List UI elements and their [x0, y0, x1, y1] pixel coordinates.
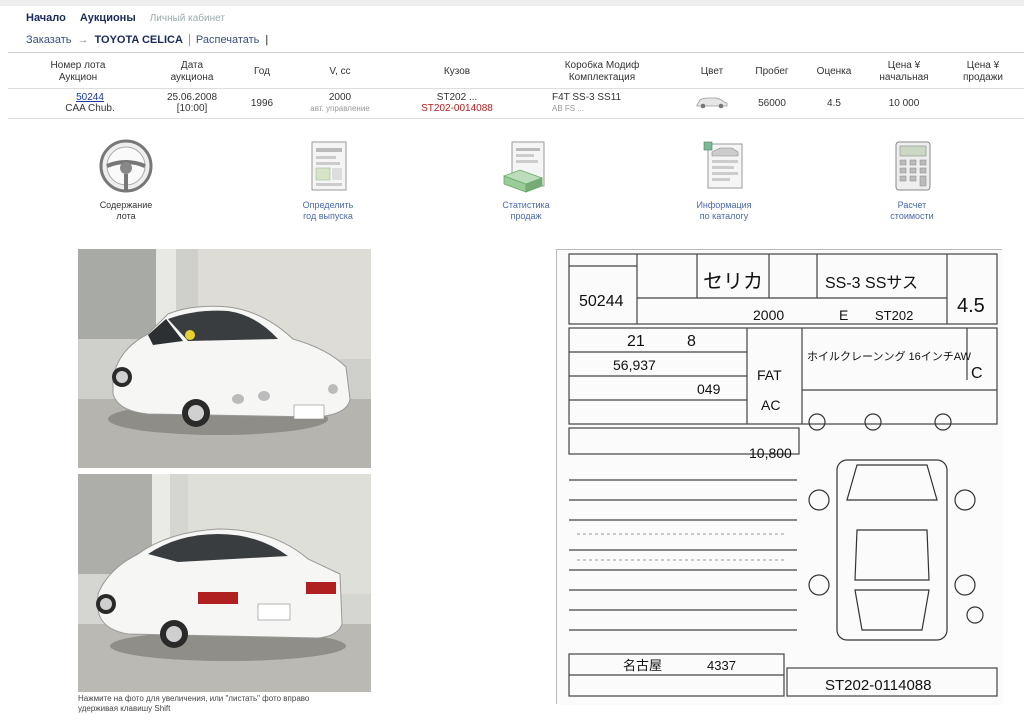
statistics-icon	[502, 141, 545, 193]
svg-text:2000: 2000	[753, 307, 784, 323]
svg-text:56,937: 56,937	[613, 357, 656, 373]
cell-color	[682, 88, 742, 119]
tool-cost-calc[interactable]: Расчет стоимости	[852, 136, 972, 222]
svg-text:ST202: ST202	[875, 308, 913, 323]
document-icon	[311, 141, 347, 191]
svg-text:C: C	[971, 365, 983, 382]
svg-text:SS-3 SSサス: SS-3 SSサス	[825, 275, 918, 292]
header-cc: V, cc	[288, 56, 392, 89]
car-photo-front[interactable]	[78, 249, 371, 468]
breadcrumb: Заказать → TOYOTA CELICA Распечатать |	[26, 34, 268, 46]
header-year: Год	[236, 56, 288, 89]
breadcrumb-end-separator: |	[265, 34, 269, 46]
car-rear-image	[78, 474, 371, 692]
header-sell-price: Цена ¥ продажи	[942, 56, 1024, 89]
header-gear: Коробка Модиф Комплектация	[522, 56, 682, 89]
svg-text:4.5: 4.5	[957, 295, 985, 317]
svg-text:E: E	[839, 307, 848, 323]
auction-sheet[interactable]: 50244 セリカ SS-3 SSサス 2000 E ST202 4.5 21 …	[556, 249, 1003, 705]
cell-mileage: 56000	[742, 88, 802, 119]
calculator-icon	[895, 141, 931, 191]
cell-body: ST202 ... ST202-0014088	[392, 88, 522, 119]
svg-text:セリカ: セリカ	[703, 271, 763, 293]
svg-text:ST202-0114088: ST202-0114088	[825, 677, 931, 694]
cell-date: 25.06.2008 [10:00]	[148, 88, 236, 119]
tool-define-year[interactable]: Определить год выпуска	[268, 136, 388, 222]
breadcrumb-order-link[interactable]: Заказать	[26, 34, 72, 46]
cell-lot: 50244 CAA Chub.	[8, 88, 148, 119]
catalog-icon	[703, 141, 743, 189]
breadcrumb-arrow: →	[77, 34, 89, 46]
svg-text:049: 049	[697, 381, 721, 397]
header-color: Цвет	[682, 56, 742, 89]
car-photo-rear[interactable]	[78, 474, 371, 692]
cell-gear: F4T SS-3 SS11 AB FS ...	[522, 88, 682, 119]
nav-auctions-link[interactable]: Аукционы	[80, 12, 136, 24]
svg-text:21: 21	[627, 333, 645, 350]
auction-sheet-image: 50244 セリカ SS-3 SSサス 2000 E ST202 4.5 21 …	[557, 250, 1003, 705]
svg-text:FAT: FAT	[757, 367, 782, 383]
print-link[interactable]: Распечатать	[188, 34, 259, 46]
svg-text:4337: 4337	[707, 658, 736, 673]
photo-caption: Нажмите на фото для увеличения, или "лис…	[78, 694, 310, 713]
cell-year: 1996	[236, 88, 288, 119]
header-grade: Оценка	[802, 56, 866, 89]
tool-contents[interactable]: Содержание лота	[66, 136, 186, 222]
header-date: Дата аукциона	[148, 56, 236, 89]
table-header-row: Номер лота Аукцион Дата аукциона Год V, cc…	[8, 56, 1024, 89]
cell-start-price: 10 000	[866, 88, 942, 119]
header-body: Кузов	[392, 56, 522, 89]
lot-number-link[interactable]: 50244	[76, 92, 104, 103]
top-navigation: Начало Аукционы Личный кабинет	[26, 12, 225, 24]
car-color-icon	[696, 97, 728, 108]
header-start-price: Цена ¥ начальная	[866, 56, 942, 89]
lot-table: Номер лота Аукцион Дата аукциона Год V, cc…	[8, 56, 1024, 119]
tool-catalog-info[interactable]: Информация по каталогу	[664, 136, 784, 222]
svg-text:50244: 50244	[579, 293, 624, 310]
top-bar	[0, 0, 1024, 6]
table-row: 50244 CAA Chub. 25.06.2008 [10:00] 1996 20…	[8, 88, 1024, 119]
svg-text:名古屋: 名古屋	[623, 658, 662, 673]
nav-cabinet-link[interactable]: Личный кабинет	[150, 13, 225, 24]
car-front-image	[78, 249, 371, 468]
svg-text:10,800: 10,800	[749, 445, 792, 461]
svg-text:8: 8	[687, 333, 696, 350]
breadcrumb-model: TOYOTA CELICA	[94, 34, 183, 46]
tool-bar: Содержание лота Определить год выпуска С…	[0, 136, 1024, 232]
svg-text:ホイルクレーンング 16インチAW: ホイルクレーンング 16インチAW	[807, 349, 972, 363]
cell-sell-price	[942, 88, 1024, 119]
steering-wheel-icon	[99, 139, 153, 193]
svg-text:AC: AC	[761, 397, 780, 413]
header-lot: Номер лота Аукцион	[8, 56, 148, 89]
header-mileage: Пробег	[742, 56, 802, 89]
nav-home-link[interactable]: Начало	[26, 12, 66, 24]
tool-statistics[interactable]: Статистика продаж	[466, 136, 586, 222]
cell-grade: 4.5	[802, 88, 866, 119]
cell-cc: 2000 авт. управление	[288, 88, 392, 119]
auction-name: CAA Chub.	[65, 103, 115, 114]
